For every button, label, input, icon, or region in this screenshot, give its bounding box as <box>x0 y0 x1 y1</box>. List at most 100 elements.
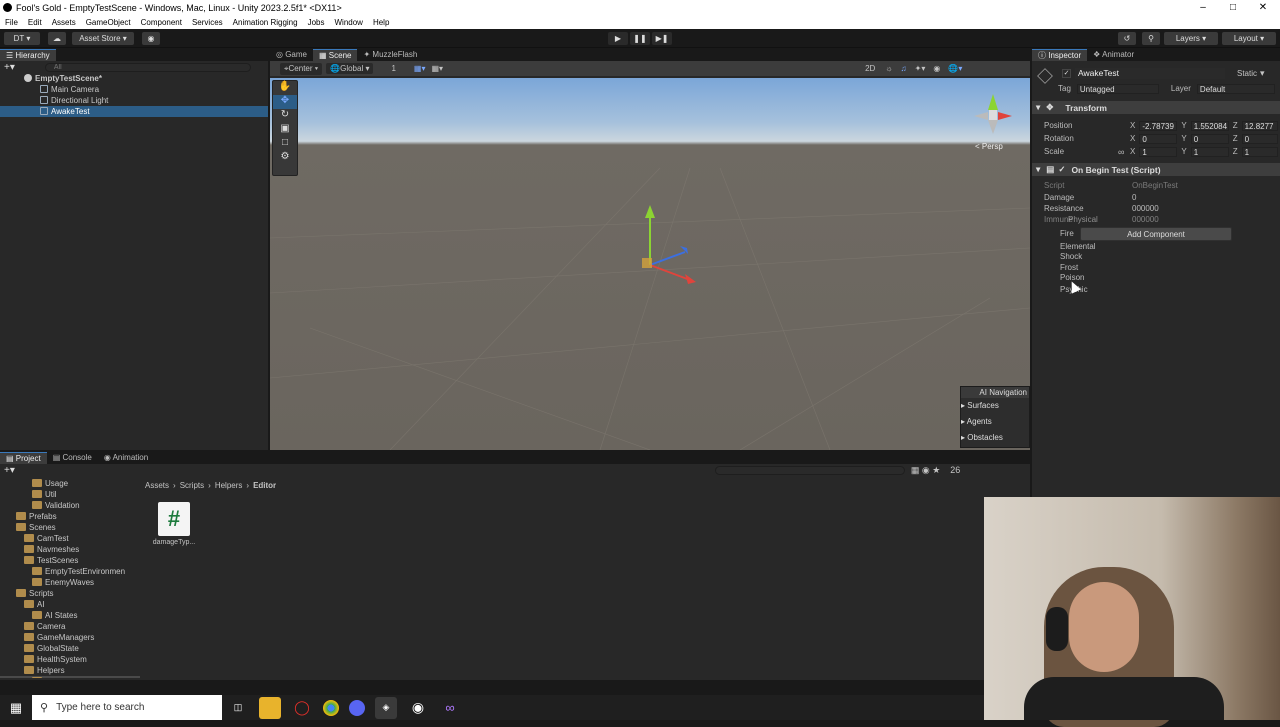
snap-icon[interactable]: ▦▾ <box>414 64 426 73</box>
step-button[interactable]: ▶❚ <box>652 32 672 45</box>
position-z[interactable]: 12.8277 <box>1241 120 1278 131</box>
script-component-header[interactable]: ▾ ▤ ✓ On Begin Test (Script) <box>1032 163 1280 176</box>
ai-nav-surfaces[interactable]: ▸ Surfaces <box>961 398 1029 414</box>
static-dropdown-icon[interactable]: ▾ <box>1260 68 1265 79</box>
cloud-button[interactable]: ☁ <box>48 32 66 45</box>
component-enabled-checkbox[interactable]: ✓ <box>1058 164 1065 175</box>
project-tree-item[interactable]: AI <box>0 599 140 610</box>
dropdown-option-frost[interactable]: Frost <box>1060 263 1110 273</box>
orientation-gizmo[interactable] <box>970 90 1016 136</box>
object-name-field[interactable]: AwakeTest <box>1075 68 1225 79</box>
file-explorer-icon[interactable] <box>259 696 281 719</box>
rotation-z[interactable]: 0 <box>1241 133 1278 144</box>
project-tree-item[interactable]: Navmeshes <box>0 544 140 555</box>
dropdown-option-elemental[interactable]: Elemental <box>1060 242 1110 252</box>
project-tree-item[interactable]: AI States <box>0 610 140 621</box>
project-tree-item[interactable]: GlobalState <box>0 643 140 654</box>
project-tree-item[interactable]: HealthSystem <box>0 654 140 665</box>
breadcrumb-item[interactable]: Assets <box>145 481 169 490</box>
close-icon[interactable]: ✕ <box>1248 0 1278 15</box>
pause-button[interactable]: ❚❚ <box>630 32 650 45</box>
hierarchy-item-main-camera[interactable]: Main Camera <box>0 84 268 95</box>
project-tree-item[interactable]: Scripts <box>0 588 140 599</box>
tab-hierarchy[interactable]: ☰ Hierarchy <box>0 49 56 61</box>
transform-tool-icon[interactable]: ⚙ <box>273 151 297 165</box>
chrome-icon[interactable] <box>323 699 339 716</box>
dropdown-option-psychic[interactable]: Psychic <box>1060 285 1110 296</box>
tab-console[interactable]: ▤ Console <box>47 452 98 464</box>
menu-gameobject[interactable]: GameObject <box>86 18 131 27</box>
layer-dropdown[interactable]: Default <box>1196 83 1275 94</box>
asset-store-button[interactable]: Asset Store ▾ <box>72 32 134 45</box>
unity-icon[interactable]: ◈ <box>375 696 397 719</box>
dropdown-option-physical[interactable]: Physical <box>1068 215 1118 225</box>
project-tree-item[interactable]: Camera <box>0 621 140 632</box>
position-y[interactable]: 1.552084 <box>1190 120 1229 131</box>
project-tree-item[interactable]: EnemyWaves <box>0 577 140 588</box>
tab-project[interactable]: ▤ Project <box>0 452 47 464</box>
space-dropdown[interactable]: 🌐Global ▾ <box>326 63 374 74</box>
project-tree-item[interactable]: Scenes <box>0 522 140 533</box>
link-icon[interactable]: ∞ <box>1118 147 1130 157</box>
rotation-x[interactable]: 0 <box>1139 133 1178 144</box>
task-view-icon[interactable]: ◫ <box>227 697 249 719</box>
layout-dropdown[interactable]: Layout ▾ <box>1222 32 1276 45</box>
resistance-value[interactable]: 000000 <box>1132 204 1159 213</box>
breadcrumb-item[interactable]: Helpers <box>215 481 243 490</box>
tag-dropdown[interactable]: Untagged <box>1076 83 1159 94</box>
ai-nav-agents[interactable]: ▸ Agents <box>961 414 1029 430</box>
grid-value[interactable]: 1 <box>391 64 395 73</box>
scale-tool-icon[interactable]: ▣ <box>273 123 297 137</box>
menu-edit[interactable]: Edit <box>28 18 42 27</box>
move-tool-icon[interactable]: ✥ <box>273 95 297 109</box>
project-tree-item[interactable]: TestScenes <box>0 555 140 566</box>
scale-x[interactable]: 1 <box>1139 146 1178 157</box>
search-icon[interactable]: ⚲ <box>1142 32 1160 45</box>
history-icon[interactable]: ↺ <box>1118 32 1136 45</box>
add-icon[interactable]: +▾ <box>4 465 15 476</box>
minimize-icon[interactable]: – <box>1188 0 1218 15</box>
lighting-icon[interactable]: ☼ <box>885 64 892 73</box>
project-tree-item[interactable]: Editor <box>0 676 140 678</box>
rect-tool-icon[interactable]: □ <box>273 137 297 151</box>
menu-component[interactable]: Component <box>141 18 182 27</box>
project-tree-item[interactable]: Helpers <box>0 665 140 676</box>
move-gizmo[interactable] <box>630 200 700 295</box>
effects-icon[interactable]: ✦▾ <box>915 64 926 73</box>
static-label[interactable]: Static <box>1237 69 1257 78</box>
project-tree-item[interactable]: Prefabs <box>0 511 140 522</box>
transform-header[interactable]: ▾ ✥ Transform <box>1032 101 1280 114</box>
visibility-icon[interactable]: ◉ <box>933 64 940 73</box>
2d-toggle[interactable]: 2D <box>865 64 875 73</box>
damage-value[interactable]: 0 <box>1132 193 1136 202</box>
tab-scene[interactable]: ▦ Scene <box>313 49 358 61</box>
breadcrumb-item[interactable]: Scripts <box>180 481 204 490</box>
dropdown-option-shock[interactable]: Shock <box>1060 252 1110 263</box>
visual-studio-icon[interactable]: ∞ <box>439 697 461 719</box>
project-tree-item[interactable]: CamTest <box>0 533 140 544</box>
hierarchy-item-directional-light[interactable]: Directional Light <box>0 95 268 106</box>
project-tree-item[interactable]: EmptyTestEnvironmen <box>0 566 140 577</box>
project-tree-item[interactable]: Validation <box>0 500 140 511</box>
menu-services[interactable]: Services <box>192 18 223 27</box>
scene-viewport[interactable]: ✋ ✥ ↻ ▣ □ ⚙ < Persp AI Navigation ▸ Surf… <box>270 78 1030 450</box>
tab-animator[interactable]: ❖ Animator <box>1087 49 1140 61</box>
rotate-tool-icon[interactable]: ↻ <box>273 109 297 123</box>
maximize-icon[interactable]: □ <box>1218 0 1248 15</box>
scene-root[interactable]: EmptyTestScene* <box>0 73 268 84</box>
dropdown-option-fire[interactable]: Fire <box>1060 229 1110 240</box>
discord-icon[interactable] <box>349 699 365 716</box>
ai-nav-obstacles[interactable]: ▸ Obstacles <box>961 430 1029 446</box>
taskbar-search-box[interactable]: ⚲ Type here to search <box>32 695 222 720</box>
menu-animation-rigging[interactable]: Animation Rigging <box>233 18 298 27</box>
persp-label[interactable]: < Persp <box>975 142 1003 151</box>
tab-animation[interactable]: ◉ Animation <box>98 452 154 464</box>
windows-start-icon[interactable]: ▦ <box>5 697 27 719</box>
scale-z[interactable]: 1 <box>1241 146 1278 157</box>
tab-game[interactable]: ◎ Game <box>270 49 313 61</box>
gizmos-icon[interactable]: 🌐▾ <box>948 64 962 73</box>
play-button[interactable]: ▶ <box>608 32 628 45</box>
immune-value[interactable]: 000000 <box>1132 215 1159 224</box>
menu-jobs[interactable]: Jobs <box>308 18 325 27</box>
rotation-y[interactable]: 0 <box>1190 133 1229 144</box>
